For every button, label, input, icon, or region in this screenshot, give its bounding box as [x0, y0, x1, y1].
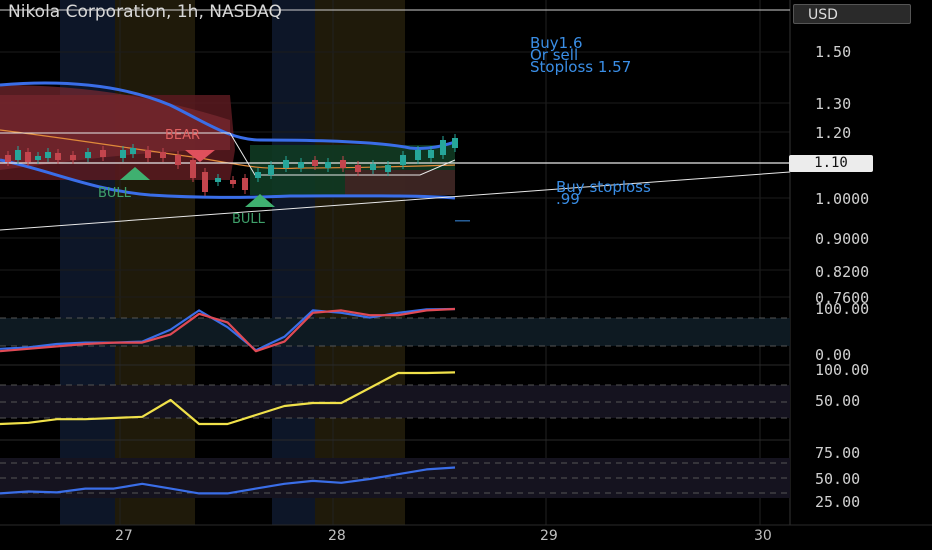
- candle-body: [370, 164, 376, 170]
- note-stoploss: Stoploss 1.57: [530, 58, 632, 76]
- candle-body: [325, 162, 331, 168]
- candle-body: [120, 150, 126, 158]
- candle-body: [440, 140, 446, 155]
- candle-body: [175, 155, 181, 165]
- candle-body: [160, 152, 166, 158]
- candle-body: [70, 155, 76, 160]
- x-tick: 27: [115, 528, 133, 544]
- candle-body: [202, 172, 208, 192]
- stoch-tick: 100.00: [815, 300, 870, 318]
- current-price-tag: 1.10: [789, 155, 873, 172]
- candle-body: [55, 153, 61, 160]
- price-tick: 0.9000: [815, 230, 870, 248]
- price-tick: 1.50: [815, 43, 852, 61]
- session-bands: [60, 0, 405, 525]
- osc3-tick: 50.00: [815, 470, 861, 488]
- bull-signal-label-2: BULL: [232, 212, 265, 227]
- candle-body: [215, 178, 221, 182]
- candle-body: [45, 152, 51, 158]
- price-tick: 0.8200: [815, 263, 870, 281]
- candle-body: [100, 150, 106, 157]
- price-tick: 1.0000: [815, 190, 870, 208]
- candle-body: [130, 148, 136, 154]
- x-tick: 28: [328, 528, 346, 544]
- currency-selector[interactable]: USD: [793, 4, 911, 24]
- candle-body: [385, 165, 391, 172]
- candle-body: [190, 160, 196, 178]
- session-band: [272, 0, 315, 525]
- chart-canvas: [0, 0, 932, 526]
- candle-body: [230, 180, 236, 184]
- oscillator-panels: [0, 307, 932, 526]
- session-band: [60, 0, 115, 525]
- candle-body: [242, 178, 248, 190]
- price-tick: 1.30: [815, 95, 852, 113]
- osc2-tick: 100.00: [815, 361, 870, 379]
- candle-body: [400, 155, 406, 165]
- candle-body: [298, 162, 304, 168]
- candle-body: [283, 160, 289, 168]
- session-band: [115, 0, 195, 525]
- candle-body: [5, 155, 11, 162]
- bear-signal-label: BEAR: [165, 128, 201, 143]
- session-band: [315, 0, 405, 525]
- candle-body: [312, 160, 318, 166]
- candle-body: [85, 152, 91, 158]
- osc3-tick: 25.00: [815, 493, 861, 511]
- candle-body: [25, 152, 31, 162]
- candle-body: [428, 150, 434, 158]
- note-stoploss-value: .99: [556, 190, 580, 208]
- x-tick: 29: [540, 528, 558, 544]
- candle-body: [255, 172, 261, 178]
- osc2-tick: 50.00: [815, 392, 861, 410]
- price-tick: 1.20: [815, 124, 852, 142]
- osc3-tick: 75.00: [815, 444, 861, 462]
- chart-title: Nikola Corporation, 1h, NASDAQ: [8, 2, 282, 22]
- candle-body: [355, 165, 361, 172]
- bull-signal-label-1: BULL: [98, 186, 131, 201]
- candle-body: [452, 138, 458, 148]
- bull-cloud-red-strip: [345, 170, 455, 195]
- candle-body: [415, 150, 421, 160]
- candle-body: [268, 165, 274, 175]
- candle-body: [15, 150, 21, 160]
- x-tick: 30: [754, 528, 772, 544]
- candle-body: [340, 160, 346, 168]
- candle-body: [35, 156, 41, 160]
- candle-body: [145, 150, 151, 158]
